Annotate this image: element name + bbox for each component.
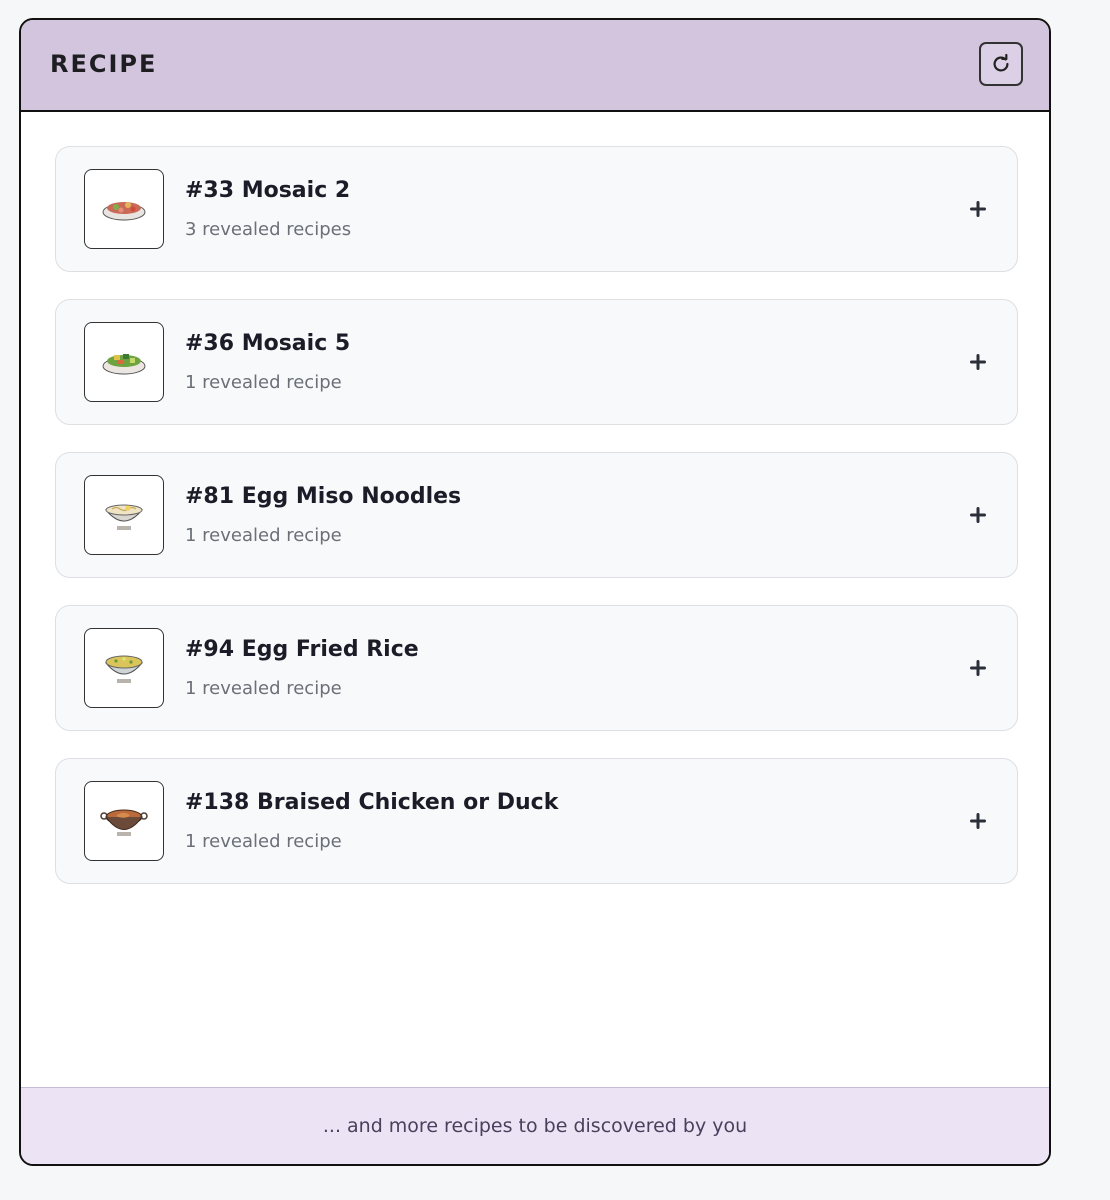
braised-meat-pot-icon bbox=[100, 809, 148, 836]
recipe-thumbnail bbox=[84, 781, 164, 861]
recipe-count: 1 revealed recipe bbox=[185, 372, 342, 393]
plus-icon bbox=[970, 507, 986, 523]
recipe-card[interactable]: #94 Egg Fried Rice 1 revealed recipe bbox=[55, 605, 1018, 731]
footer-message: ... and more recipes to be discovered by… bbox=[322, 1115, 748, 1137]
recipe-title: #138 Braised Chicken or Duck bbox=[185, 790, 559, 815]
recipe-card[interactable]: #33 Mosaic 2 3 revealed recipes bbox=[55, 146, 1018, 272]
fried-rice-bowl-icon bbox=[104, 655, 144, 683]
recipe-card[interactable]: #81 Egg Miso Noodles 1 revealed recipe bbox=[55, 452, 1018, 578]
recipe-list: #33 Mosaic 2 3 revealed recipes #36 Mosa… bbox=[55, 146, 1018, 911]
recipe-title: #94 Egg Fried Rice bbox=[185, 637, 419, 662]
plus-icon bbox=[970, 354, 986, 370]
refresh-button[interactable] bbox=[979, 42, 1023, 86]
refresh-icon bbox=[993, 53, 1009, 72]
plus-icon bbox=[970, 201, 986, 217]
recipe-card[interactable]: #138 Braised Chicken or Duck 1 revealed … bbox=[55, 758, 1018, 884]
expand-button[interactable] bbox=[967, 504, 989, 526]
expand-button[interactable] bbox=[967, 657, 989, 679]
recipe-thumbnail bbox=[84, 169, 164, 249]
recipe-card[interactable]: #36 Mosaic 5 1 revealed recipe bbox=[55, 299, 1018, 425]
recipe-count: 1 revealed recipe bbox=[185, 525, 342, 546]
recipe-title: #33 Mosaic 2 bbox=[185, 178, 351, 203]
recipe-title: #81 Egg Miso Noodles bbox=[185, 484, 462, 509]
expand-button[interactable] bbox=[967, 351, 989, 373]
plus-icon bbox=[970, 813, 986, 829]
mosaic-salad-dish-icon bbox=[102, 202, 146, 221]
panel-footer: ... and more recipes to be discovered by… bbox=[21, 1087, 1049, 1164]
expand-button[interactable] bbox=[967, 810, 989, 832]
panel-title: RECIPE bbox=[50, 50, 158, 78]
recipe-count: 1 revealed recipe bbox=[185, 678, 342, 699]
recipe-thumbnail bbox=[84, 475, 164, 555]
mosaic-greens-dish-icon bbox=[102, 354, 146, 375]
recipe-thumbnail bbox=[84, 628, 164, 708]
recipe-thumbnail bbox=[84, 322, 164, 402]
recipe-panel: RECIPE #33 Mosaic 2 3 revealed recipes #… bbox=[19, 18, 1051, 1166]
panel-header: RECIPE bbox=[21, 20, 1049, 112]
expand-button[interactable] bbox=[967, 198, 989, 220]
noodle-bowl-icon bbox=[104, 504, 144, 530]
recipe-title: #36 Mosaic 5 bbox=[185, 331, 351, 356]
recipe-count: 3 revealed recipes bbox=[185, 219, 352, 240]
recipe-count: 1 revealed recipe bbox=[185, 831, 342, 852]
plus-icon bbox=[970, 660, 986, 676]
